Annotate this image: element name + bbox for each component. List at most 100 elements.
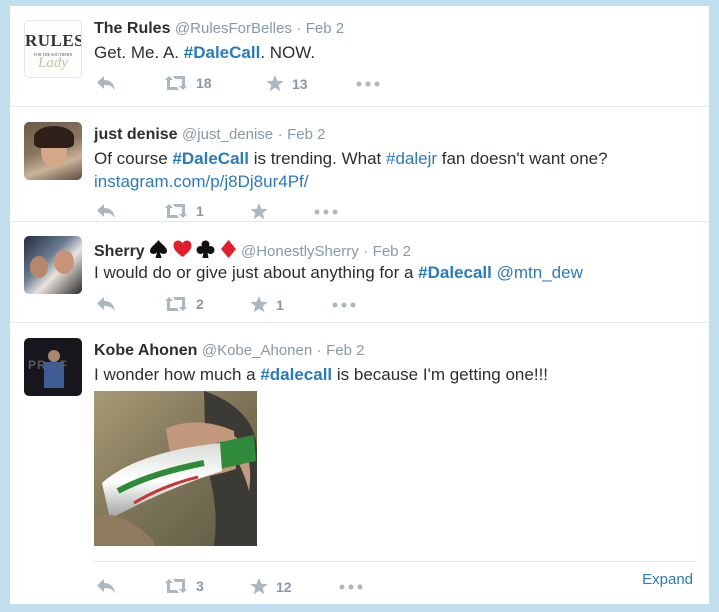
favorite-icon [250,578,268,595]
favorite-count: 1 [276,296,284,313]
avatar[interactable] [24,236,82,294]
tweet-text: I would do or give just about anything f… [94,261,583,284]
text-segment: I wonder how much a [94,365,261,384]
reply-button[interactable] [96,203,116,219]
separator-dot: · [296,20,302,37]
more-button[interactable] [356,81,380,87]
favorite-icon [250,203,268,220]
avatar-hair [34,126,74,148]
favorite-button[interactable]: 1 [250,296,284,313]
tweet-honestly-sherry[interactable]: Sherry @HonestlySherry · Feb 2 I would d… [10,222,709,323]
tweet-actions: 2 1 [94,296,394,316]
tweet-header: just denise @just_denise · Feb 2 [94,126,325,144]
more-icon [356,81,380,87]
heart-icon [173,240,192,257]
retweet-button[interactable]: 3 [164,578,204,594]
card-suits-emoji [149,240,236,263]
retweet-count: 18 [196,75,212,91]
avatar[interactable]: PR F [24,338,82,396]
avatar-face [30,256,48,278]
user-handle[interactable]: @RulesForBelles [175,20,292,37]
retweet-button[interactable]: 18 [164,75,212,91]
avatar-face [54,250,74,274]
retweet-count: 2 [196,296,204,312]
tweet-header: Sherry @HonestlySherry · Feb 2 [94,240,411,263]
avatar-logo-rules: RULES [25,31,82,50]
reply-button[interactable] [96,296,116,312]
mention-link[interactable]: @mtn_dew [497,263,583,282]
tweet-just-denise[interactable]: just denise @just_denise · Feb 2 Of cour… [10,108,709,222]
favorite-button[interactable]: 12 [250,578,292,595]
text-segment: fan doesn't want one? [437,149,608,168]
favorite-button[interactable] [250,203,276,220]
more-icon [339,584,363,590]
reply-icon [97,579,115,593]
retweet-icon [165,579,187,593]
more-button[interactable] [314,209,338,215]
display-name[interactable]: Kobe Ahonen [94,342,197,359]
tweet-text: I wonder how much a #dalecall is because… [94,363,548,386]
favorite-count: 13 [292,75,308,92]
reply-button[interactable] [96,578,116,594]
favorite-count: 12 [276,578,292,595]
tweet-kobe-ahonen[interactable]: PR F Kobe Ahonen @Kobe_Ahonen · Feb 2 I … [10,324,709,604]
hashtag-link[interactable]: #dalecall [260,365,332,384]
more-icon [332,302,356,308]
separator-dot: · [316,342,322,359]
favorite-button[interactable]: 13 [266,75,308,92]
retweet-icon [165,297,187,311]
user-handle[interactable]: @Kobe_Ahonen [202,342,312,359]
favorite-icon [266,75,284,92]
user-handle[interactable]: @just_denise [182,126,273,143]
timeline: RULES FOR THE SOUTHERN Lady The Rules @R… [10,6,709,604]
text-segment: . NOW. [260,43,316,62]
diamond-icon [220,240,236,258]
reply-icon [97,204,115,218]
avatar-logo-script: Lady [38,55,68,71]
more-icon [314,209,338,215]
display-name[interactable]: just denise [94,126,178,143]
more-button[interactable] [339,584,363,590]
expand-link[interactable]: Expand [642,571,693,588]
display-name[interactable]: Sherry [94,243,145,260]
tweet-actions: 1 [94,203,394,223]
tweet-rulesforbelles[interactable]: RULES FOR THE SOUTHERN Lady The Rules @R… [10,6,709,107]
hashtag-link[interactable]: #DaleCall [184,43,261,62]
text-segment: I would do or give just about anything f… [94,263,419,282]
tweet-photo[interactable] [94,391,257,546]
hashtag-link[interactable]: #dalejr [386,149,437,168]
retweet-button[interactable]: 2 [164,296,204,312]
club-icon [196,240,215,258]
tweet-date[interactable]: Feb 2 [326,342,364,359]
tweet-actions: 3 12 [94,578,394,598]
favorite-icon [250,296,268,313]
tweet-header: The Rules @RulesForBelles · Feb 2 [94,20,344,38]
text-segment: is because I'm getting one!!! [332,365,549,384]
photo-mountain-dew-call [94,391,257,546]
tweet-date[interactable]: Feb 2 [373,243,411,260]
tweet-actions: 18 13 [94,75,394,95]
tweet-date[interactable]: Feb 2 [287,126,325,143]
url-link[interactable]: instagram.com/p/j8Dj8ur4Pf/ [94,172,308,191]
avatar-text: PR F [28,358,69,372]
separator-dot: · [277,126,283,143]
more-button[interactable] [332,302,356,308]
hashtag-link[interactable]: #Dalecall [418,263,492,282]
tweet-text: Get. Me. A. #DaleCall. NOW. [94,41,315,64]
tweet-text: Of course #DaleCall is trending. What #d… [94,147,608,193]
reply-icon [97,297,115,311]
divider [94,561,695,562]
reply-icon [97,76,115,90]
retweet-icon [165,204,187,218]
reply-button[interactable] [96,75,116,91]
avatar[interactable]: RULES FOR THE SOUTHERN Lady [24,20,82,78]
avatar[interactable] [24,122,82,180]
display-name[interactable]: The Rules [94,20,170,37]
hashtag-link[interactable]: #DaleCall [172,149,249,168]
separator-dot: · [363,243,369,260]
retweet-button[interactable]: 1 [164,203,204,219]
user-handle[interactable]: @HonestlySherry [241,243,359,260]
retweet-count: 3 [196,578,204,594]
tweet-date[interactable]: Feb 2 [306,20,344,37]
retweet-icon [165,76,187,90]
